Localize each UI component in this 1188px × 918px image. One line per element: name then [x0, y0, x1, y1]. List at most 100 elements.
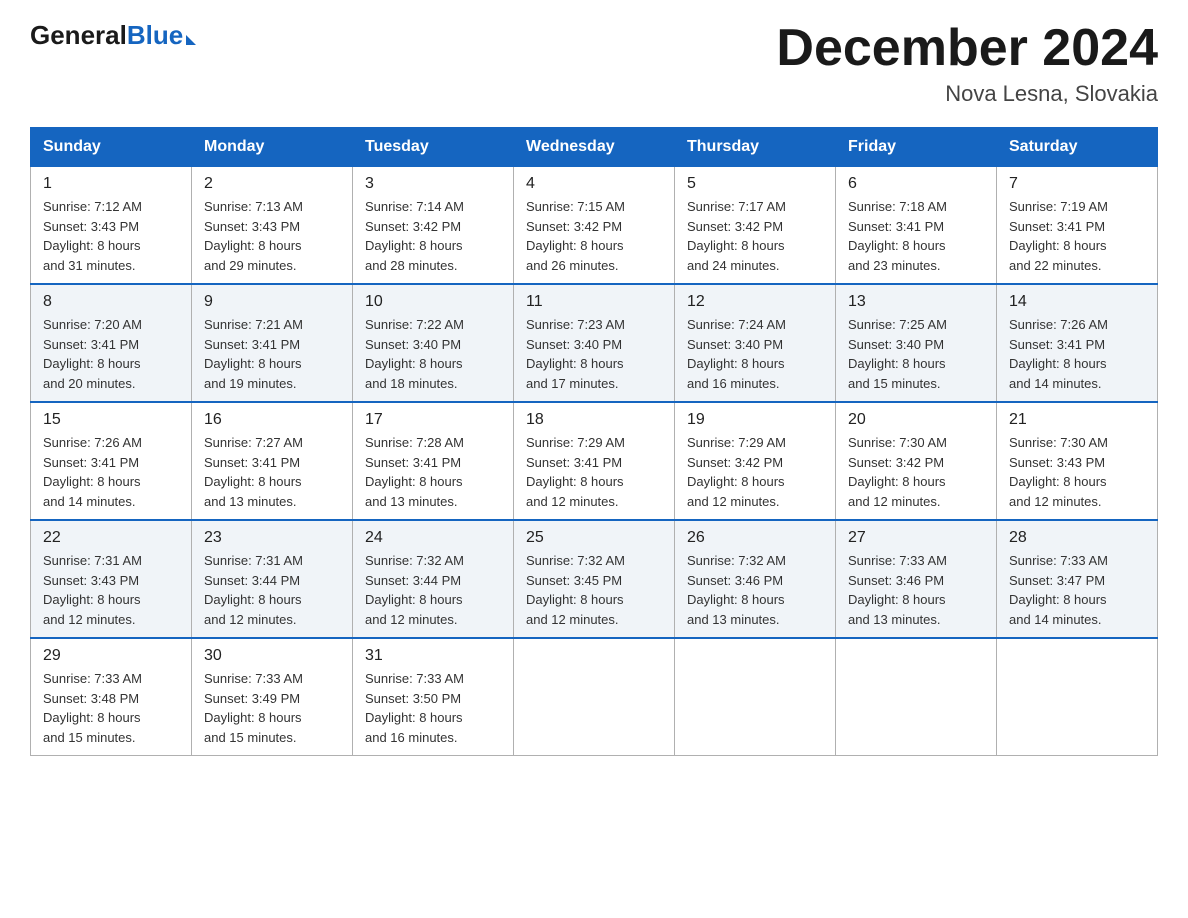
day-info: Sunrise: 7:18 AMSunset: 3:41 PMDaylight:… [848, 197, 984, 275]
table-cell: 23 Sunrise: 7:31 AMSunset: 3:44 PMDayligh… [192, 520, 353, 638]
table-cell: 2Sunrise: 7:13 AMSunset: 3:43 PMDaylight… [192, 167, 353, 285]
day-number: 12 [687, 293, 823, 311]
day-info: Sunrise: 7:22 AMSunset: 3:40 PMDaylight:… [365, 315, 501, 393]
day-number: 15 [43, 411, 179, 429]
header-sunday: Sunday [31, 128, 192, 167]
logo: General Blue [30, 20, 196, 51]
table-cell: 3 Sunrise: 7:14 AMSunset: 3:42 PMDaylight… [353, 167, 514, 285]
table-cell: 9Sunrise: 7:21 AMSunset: 3:41 PMDaylight… [192, 284, 353, 402]
day-number: 23 [204, 529, 340, 547]
day-number: 3 [365, 175, 501, 193]
page-header: General Blue December 2024 Nova Lesna, S… [30, 20, 1158, 107]
day-info: Sunrise: 7:15 AMSunset: 3:42 PMDaylight:… [526, 197, 662, 275]
day-info: Sunrise: 7:33 AMSunset: 3:50 PMDaylight:… [365, 669, 501, 747]
header-tuesday: Tuesday [353, 128, 514, 167]
table-cell: 8 Sunrise: 7:20 AMSunset: 3:41 PMDaylight… [31, 284, 192, 402]
day-number: 16 [204, 411, 340, 429]
header-friday: Friday [836, 128, 997, 167]
table-cell: 21 Sunrise: 7:30 AMSunset: 3:43 PMDayligh… [997, 402, 1158, 520]
day-number: 14 [1009, 293, 1145, 311]
logo-blue-text: Blue [127, 20, 183, 51]
table-cell: 24 Sunrise: 7:32 AMSunset: 3:44 PMDayligh… [353, 520, 514, 638]
day-number: 20 [848, 411, 984, 429]
table-cell: 12 Sunrise: 7:24 AMSunset: 3:40 PMDayligh… [675, 284, 836, 402]
table-cell: 26 Sunrise: 7:32 AMSunset: 3:46 PMDayligh… [675, 520, 836, 638]
table-cell: 17Sunrise: 7:28 AMSunset: 3:41 PMDayligh… [353, 402, 514, 520]
day-info: Sunrise: 7:20 AMSunset: 3:41 PMDaylight:… [43, 315, 179, 393]
day-info: Sunrise: 7:26 AMSunset: 3:41 PMDaylight:… [43, 433, 179, 511]
table-cell: 1 Sunrise: 7:12 AMSunset: 3:43 PMDaylight… [31, 167, 192, 285]
table-cell: 19 Sunrise: 7:29 AMSunset: 3:42 PMDayligh… [675, 402, 836, 520]
day-number: 21 [1009, 411, 1145, 429]
table-cell: 18Sunrise: 7:29 AMSunset: 3:41 PMDayligh… [514, 402, 675, 520]
day-number: 6 [848, 175, 984, 193]
header-monday: Monday [192, 128, 353, 167]
day-info: Sunrise: 7:14 AMSunset: 3:42 PMDaylight:… [365, 197, 501, 275]
month-title: December 2024 [776, 20, 1158, 77]
day-number: 30 [204, 647, 340, 665]
table-cell: 28 Sunrise: 7:33 AMSunset: 3:47 PMDayligh… [997, 520, 1158, 638]
logo-general-text: General [30, 20, 127, 51]
day-number: 22 [43, 529, 179, 547]
day-info: Sunrise: 7:30 AMSunset: 3:43 PMDaylight:… [1009, 433, 1145, 511]
day-number: 1 [43, 175, 179, 193]
day-info: Sunrise: 7:31 AMSunset: 3:44 PMDaylight:… [204, 551, 340, 629]
header-thursday: Thursday [675, 128, 836, 167]
table-cell: 10Sunrise: 7:22 AMSunset: 3:40 PMDayligh… [353, 284, 514, 402]
day-number: 13 [848, 293, 984, 311]
week-row-3: 15 Sunrise: 7:26 AMSunset: 3:41 PMDayligh… [31, 402, 1158, 520]
day-number: 26 [687, 529, 823, 547]
table-cell: 31Sunrise: 7:33 AMSunset: 3:50 PMDayligh… [353, 638, 514, 756]
table-cell: 25Sunrise: 7:32 AMSunset: 3:45 PMDayligh… [514, 520, 675, 638]
day-info: Sunrise: 7:23 AMSunset: 3:40 PMDaylight:… [526, 315, 662, 393]
table-cell: 13 Sunrise: 7:25 AMSunset: 3:40 PMDayligh… [836, 284, 997, 402]
header-wednesday: Wednesday [514, 128, 675, 167]
calendar-table: Sunday Monday Tuesday Wednesday Thursday… [30, 127, 1158, 756]
day-number: 27 [848, 529, 984, 547]
day-info: Sunrise: 7:25 AMSunset: 3:40 PMDaylight:… [848, 315, 984, 393]
day-number: 28 [1009, 529, 1145, 547]
table-cell: 7Sunrise: 7:19 AMSunset: 3:41 PMDaylight… [997, 167, 1158, 285]
day-info: Sunrise: 7:17 AMSunset: 3:42 PMDaylight:… [687, 197, 823, 275]
day-info: Sunrise: 7:32 AMSunset: 3:45 PMDaylight:… [526, 551, 662, 629]
day-number: 11 [526, 293, 662, 311]
week-row-1: 1 Sunrise: 7:12 AMSunset: 3:43 PMDaylight… [31, 167, 1158, 285]
day-info: Sunrise: 7:30 AMSunset: 3:42 PMDaylight:… [848, 433, 984, 511]
day-info: Sunrise: 7:28 AMSunset: 3:41 PMDaylight:… [365, 433, 501, 511]
day-info: Sunrise: 7:24 AMSunset: 3:40 PMDaylight:… [687, 315, 823, 393]
week-row-4: 22Sunrise: 7:31 AMSunset: 3:43 PMDayligh… [31, 520, 1158, 638]
table-cell: 14 Sunrise: 7:26 AMSunset: 3:41 PMDayligh… [997, 284, 1158, 402]
day-number: 18 [526, 411, 662, 429]
day-number: 24 [365, 529, 501, 547]
day-number: 8 [43, 293, 179, 311]
table-cell: 5 Sunrise: 7:17 AMSunset: 3:42 PMDaylight… [675, 167, 836, 285]
day-info: Sunrise: 7:33 AMSunset: 3:47 PMDaylight:… [1009, 551, 1145, 629]
day-number: 4 [526, 175, 662, 193]
table-cell: 6 Sunrise: 7:18 AMSunset: 3:41 PMDaylight… [836, 167, 997, 285]
table-cell [997, 638, 1158, 756]
day-info: Sunrise: 7:32 AMSunset: 3:46 PMDaylight:… [687, 551, 823, 629]
day-number: 29 [43, 647, 179, 665]
calendar-header-row: Sunday Monday Tuesday Wednesday Thursday… [31, 128, 1158, 167]
day-info: Sunrise: 7:27 AMSunset: 3:41 PMDaylight:… [204, 433, 340, 511]
table-cell: 22Sunrise: 7:31 AMSunset: 3:43 PMDayligh… [31, 520, 192, 638]
week-row-5: 29Sunrise: 7:33 AMSunset: 3:48 PMDayligh… [31, 638, 1158, 756]
table-cell: 29Sunrise: 7:33 AMSunset: 3:48 PMDayligh… [31, 638, 192, 756]
table-cell: 4 Sunrise: 7:15 AMSunset: 3:42 PMDaylight… [514, 167, 675, 285]
day-number: 19 [687, 411, 823, 429]
day-number: 5 [687, 175, 823, 193]
table-cell [836, 638, 997, 756]
day-info: Sunrise: 7:26 AMSunset: 3:41 PMDaylight:… [1009, 315, 1145, 393]
table-cell: 11 Sunrise: 7:23 AMSunset: 3:40 PMDayligh… [514, 284, 675, 402]
day-info: Sunrise: 7:19 AMSunset: 3:41 PMDaylight:… [1009, 197, 1145, 275]
day-info: Sunrise: 7:33 AMSunset: 3:49 PMDaylight:… [204, 669, 340, 747]
location-subtitle: Nova Lesna, Slovakia [776, 81, 1158, 107]
day-info: Sunrise: 7:32 AMSunset: 3:44 PMDaylight:… [365, 551, 501, 629]
day-info: Sunrise: 7:33 AMSunset: 3:46 PMDaylight:… [848, 551, 984, 629]
header-saturday: Saturday [997, 128, 1158, 167]
table-cell [514, 638, 675, 756]
day-info: Sunrise: 7:12 AMSunset: 3:43 PMDaylight:… [43, 197, 179, 275]
table-cell: 15 Sunrise: 7:26 AMSunset: 3:41 PMDayligh… [31, 402, 192, 520]
day-info: Sunrise: 7:29 AMSunset: 3:42 PMDaylight:… [687, 433, 823, 511]
day-number: 2 [204, 175, 340, 193]
